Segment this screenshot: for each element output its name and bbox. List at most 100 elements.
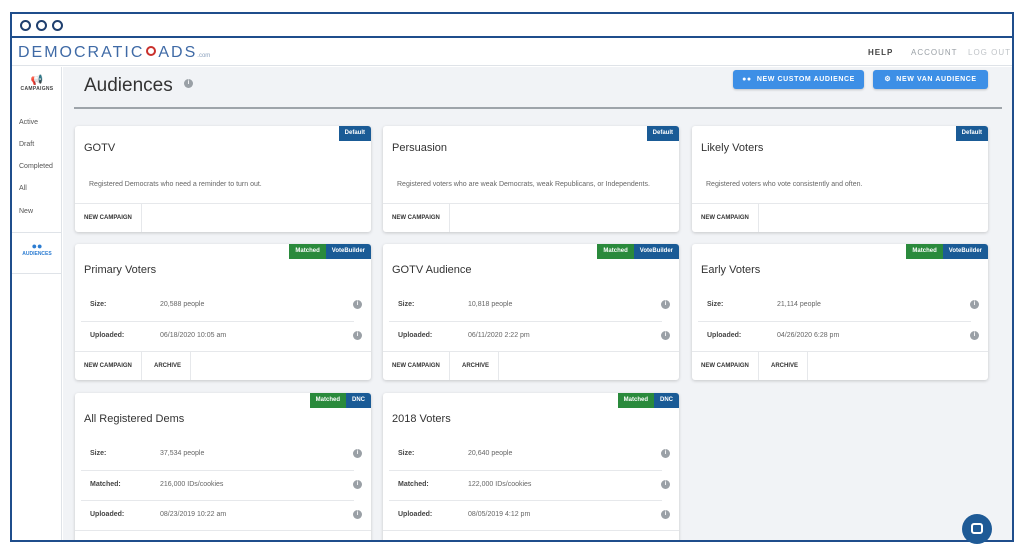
chat-icon	[971, 523, 983, 534]
audience-card: Matched DNC All Registered Dems Size: 37…	[75, 393, 371, 540]
uploaded-label: Uploaded:	[90, 332, 125, 339]
help-link[interactable]: HELP	[868, 48, 893, 57]
uploaded-label: Uploaded:	[398, 511, 433, 518]
info-icon[interactable]: i	[661, 449, 670, 458]
new-campaign-button[interactable]: NEW CAMPAIGN	[692, 204, 759, 232]
top-navigation: DEMOCRATIC ADS.com HELP ACCOUNT LOG OUT	[12, 40, 1012, 66]
info-icon[interactable]: i	[353, 300, 362, 309]
info-icon[interactable]: i	[970, 331, 979, 340]
audience-card: Matched VoteBuilder GOTV Audience Size: …	[383, 244, 679, 380]
info-icon[interactable]: i	[970, 300, 979, 309]
uploaded-row: Uploaded: 06/18/2020 10:05 am i	[81, 321, 362, 350]
window-titlebar	[12, 14, 1012, 38]
archive-button[interactable]: ARCHIVE	[145, 352, 192, 380]
sidebar-item-completed[interactable]: Completed	[19, 163, 53, 170]
uploaded-row: Uploaded: 04/26/2020 6:28 pm i	[698, 321, 979, 350]
audience-card: Default Likely Voters Registered voters …	[692, 126, 988, 232]
card-description: Registered voters who vote consistently …	[706, 181, 863, 188]
new-van-audience-label: NEW VAN AUDIENCE	[896, 76, 977, 83]
sidebar-item-active[interactable]: Active	[19, 119, 38, 126]
card-footer: NEW CAMPAIGN	[75, 203, 371, 232]
size-label: Size:	[90, 301, 107, 308]
new-custom-audience-button[interactable]: ●● NEW CUSTOM AUDIENCE	[733, 70, 864, 89]
default-badge: Default	[338, 126, 371, 141]
sidebar-item-all[interactable]: All	[19, 185, 27, 192]
new-campaign-button[interactable]: NEW CAMPAIGN	[75, 204, 142, 232]
chat-launcher-button[interactable]	[962, 514, 992, 544]
size-row: Size: 37,534 people i	[81, 440, 362, 469]
users-icon: ●●	[31, 241, 43, 251]
audience-card: Matched VoteBuilder Primary Voters Size:…	[75, 244, 371, 380]
matched-badge: Matched	[906, 244, 943, 259]
card-footer	[383, 530, 679, 540]
info-icon[interactable]: i	[353, 480, 362, 489]
uploaded-value: 04/26/2020 6:28 pm	[777, 332, 840, 339]
card-description: Registered voters who are weak Democrats…	[397, 181, 650, 188]
card-title: Primary Voters	[84, 264, 157, 276]
card-footer	[75, 530, 371, 540]
new-campaign-button[interactable]: NEW CAMPAIGN	[383, 204, 450, 232]
card-title: Persuasion	[392, 142, 448, 154]
users-icon: ●●	[742, 76, 752, 83]
audience-card: Default GOTV Registered Democrats who ne…	[75, 126, 371, 232]
size-label: Size:	[707, 301, 724, 308]
sidebar-item-draft[interactable]: Draft	[19, 141, 34, 148]
card-footer: NEW CAMPAIGN	[383, 203, 679, 232]
audience-card: Matched VoteBuilder Early Voters Size: 2…	[692, 244, 988, 380]
sidebar-campaigns[interactable]: 📢 CAMPAIGNS	[12, 75, 62, 92]
new-campaign-button[interactable]: NEW CAMPAIGN	[692, 352, 759, 380]
info-icon[interactable]: i	[353, 449, 362, 458]
matched-badge: Matched	[289, 244, 326, 259]
votebuilder-badge: VoteBuilder	[633, 244, 679, 259]
size-label: Size:	[398, 301, 415, 308]
size-value: 20,588 people	[160, 301, 205, 308]
sidebar: 📢 CAMPAIGNS Active Draft Completed All N…	[12, 67, 62, 540]
archive-button[interactable]: ARCHIVE	[762, 352, 809, 380]
brand-logo[interactable]: DEMOCRATIC ADS.com	[18, 44, 210, 62]
info-icon[interactable]: i	[661, 510, 670, 519]
new-van-audience-button[interactable]: ⚙ NEW VAN AUDIENCE	[873, 70, 988, 89]
info-icon[interactable]: i	[184, 79, 193, 88]
info-icon[interactable]: i	[661, 480, 670, 489]
account-link[interactable]: ACCOUNT	[911, 48, 958, 57]
size-value: 10,818 people	[468, 301, 513, 308]
window-control-icon[interactable]	[52, 20, 63, 31]
size-label: Size:	[398, 450, 415, 457]
dnc-badge: DNC	[654, 393, 679, 408]
gear-icon: ⚙	[884, 76, 892, 83]
brand-name-left: DEMOCRATIC	[18, 44, 145, 61]
matched-badge: Matched	[597, 244, 634, 259]
size-row: Size: 21,114 people i	[698, 291, 979, 320]
window-control-icon[interactable]	[20, 20, 31, 31]
brand-suffix: .com	[197, 53, 211, 59]
sidebar-item-new[interactable]: New	[19, 208, 33, 215]
dnc-badge: DNC	[346, 393, 371, 408]
matched-value: 122,000 IDs/cookies	[468, 481, 532, 488]
header-divider	[74, 107, 1002, 109]
sidebar-campaigns-label: CAMPAIGNS	[20, 86, 54, 92]
card-title: GOTV Audience	[392, 264, 472, 276]
window-control-icon[interactable]	[36, 20, 47, 31]
matched-value: 216,000 IDs/cookies	[160, 481, 224, 488]
info-icon[interactable]: i	[353, 510, 362, 519]
size-value: 21,114 people	[777, 301, 821, 308]
new-campaign-button[interactable]: NEW CAMPAIGN	[383, 352, 450, 380]
info-icon[interactable]: i	[661, 300, 670, 309]
votebuilder-badge: VoteBuilder	[325, 244, 371, 259]
size-label: Size:	[90, 450, 107, 457]
megaphone-icon: 📢	[30, 75, 44, 86]
logout-link[interactable]: LOG OUT	[968, 48, 1011, 57]
sidebar-audiences[interactable]: ●● AUDIENCES	[12, 232, 62, 274]
default-badge: Default	[646, 126, 679, 141]
uploaded-value: 06/18/2020 10:05 am	[160, 332, 227, 339]
browser-frame: DEMOCRATIC ADS.com HELP ACCOUNT LOG OUT 📢…	[10, 12, 1014, 542]
archive-button[interactable]: ARCHIVE	[453, 352, 500, 380]
uploaded-row: Uploaded: 08/23/2019 10:22 am i	[81, 500, 362, 529]
card-title: Likely Voters	[701, 142, 764, 154]
page-title: Audiences	[84, 75, 173, 96]
size-row: Size: 10,818 people i	[389, 291, 670, 320]
new-campaign-button[interactable]: NEW CAMPAIGN	[75, 352, 142, 380]
size-value: 37,534 people	[160, 450, 205, 457]
info-icon[interactable]: i	[661, 331, 670, 340]
info-icon[interactable]: i	[353, 331, 362, 340]
